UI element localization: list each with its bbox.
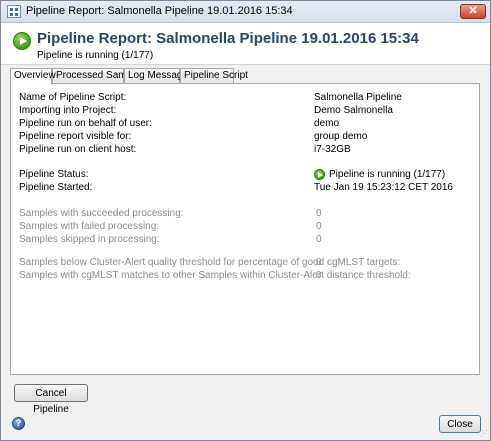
tab-log-messages[interactable]: Log Messages [124,68,193,84]
run-status-icon [314,169,325,180]
host-value: i7-32GB [314,144,351,155]
status-label: Pipeline Status: [19,169,89,180]
project-label: Importing into Project: [19,105,117,116]
run-icon [13,32,31,50]
window-close-icon[interactable]: ✕ [460,4,486,19]
quality-threshold-value: 0 [316,257,322,268]
host-label: Pipeline run on client host: [19,144,137,155]
user-value: demo [314,118,340,129]
pipeline-report-window: Pipeline Report: Salmonella Pipeline 19.… [0,0,491,441]
report-title: Pipeline Report: Salmonella Pipeline 19.… [37,30,419,47]
started-value: Tue Jan 19 15:23:12 CET 2016 [314,182,453,193]
close-button[interactable]: Close [439,415,481,433]
started-label: Pipeline Started: [19,182,93,193]
project-value: Demo Salmonella [314,105,393,116]
skipped-label: Samples skipped in processing: [19,234,160,245]
tab-overview[interactable]: Overview [10,68,56,85]
skipped-value: 0 [316,234,322,245]
tab-pipeline-script[interactable]: Pipeline Script [180,68,248,84]
resize-grip-icon[interactable]: ⋰ [480,429,488,438]
failed-value: 0 [316,221,322,232]
user-label: Pipeline run on behalf of user: [19,118,152,129]
script-name-value: Salmonella Pipeline [314,92,402,103]
distance-threshold-value: 0 [316,270,322,281]
visibility-value: group demo [314,131,368,142]
title-bar[interactable]: Pipeline Report: Salmonella Pipeline 19.… [1,1,490,23]
visibility-label: Pipeline report visible for: [19,131,132,142]
script-name-label: Name of Pipeline Script: [19,92,127,103]
window-title: Pipeline Report: Salmonella Pipeline 19.… [26,5,293,17]
report-subtitle: Pipeline is running (1/177) [37,50,154,61]
tab-processed-samples[interactable]: Processed Samples [52,68,145,84]
cancel-pipeline-button[interactable]: Cancel Pipeline [14,384,88,415]
overview-panel: Name of Pipeline Script: Salmonella Pipe… [10,83,480,375]
succeeded-label: Samples with succeeded processing: [19,208,184,219]
app-icon [7,5,21,18]
report-header: Pipeline Report: Salmonella Pipeline 19.… [1,23,490,65]
distance-threshold-label: Samples with cgMLST matches to other Sam… [19,270,411,281]
help-icon[interactable]: ? [12,417,25,430]
succeeded-value: 0 [316,208,322,219]
quality-threshold-label: Samples below Cluster-Alert quality thre… [19,257,401,268]
failed-label: Samples with failed processing: [19,221,160,232]
status-value: Pipeline is running (1/177) [329,169,446,180]
